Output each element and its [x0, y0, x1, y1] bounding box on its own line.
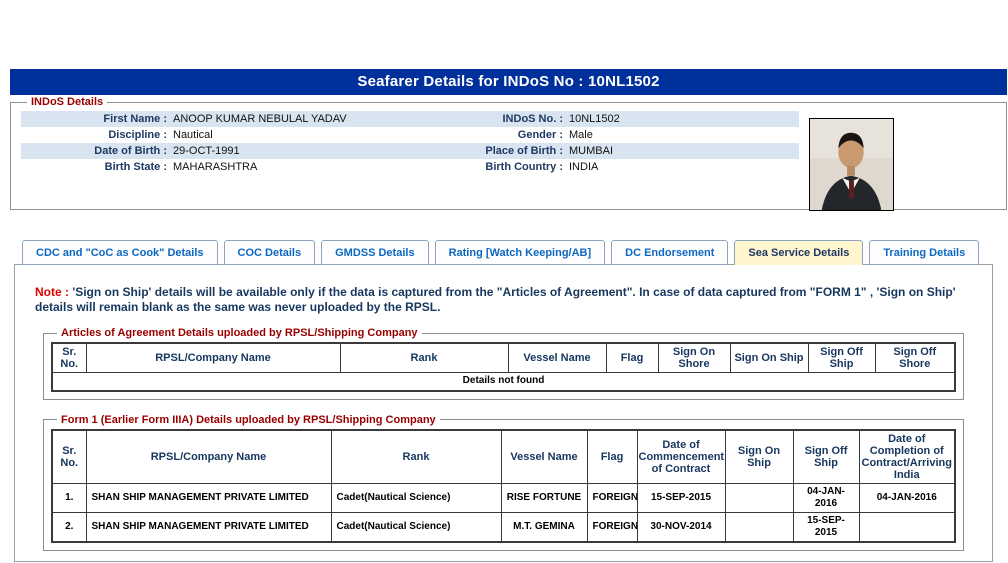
sign-on-ship-note: Note : 'Sign on Ship' details will be av…: [35, 285, 972, 315]
field-label: Place of Birth :: [485, 145, 563, 157]
indos-detail-row: Date of Birth : 29-OCT-1991 Place of Birth…: [21, 143, 799, 159]
tab-training-details[interactable]: Training Details: [869, 240, 980, 265]
field-label: First Name :: [103, 113, 167, 125]
column-header: RPSL/Company Name: [85, 429, 332, 484]
page-title: Seafarer Details for INDoS No : 10NL1502: [10, 69, 1007, 95]
form1-section: Form 1 (Earlier Form IIIA) Details uploa…: [43, 413, 964, 551]
column-header: Sign Off Ship: [807, 342, 876, 373]
table-cell: M.T. GEMINA: [500, 511, 588, 542]
table-row: 2. SHAN SHIP MANAGEMENT PRIVATE LIMITED Ca…: [51, 511, 956, 542]
table-cell: 30-NOV-2014: [636, 511, 726, 542]
indos-details-legend: INDoS Details: [31, 96, 104, 108]
tab-dc-endorsement[interactable]: DC Endorsement: [611, 240, 729, 265]
column-header: Sr. No.: [51, 342, 87, 373]
detail-tabs: CDC and "CoC as Cook" Details COC Details…: [22, 240, 1008, 265]
table-cell: [724, 511, 794, 542]
indos-detail-row: Birth State : MAHARASHTRA Birth Country : I…: [21, 159, 799, 175]
column-header: Rank: [339, 342, 509, 373]
column-header: Date of Completion of Contract/Arriving …: [858, 429, 956, 484]
articles-table: Sr. No. RPSL/Company Name Rank Vessel Name F…: [51, 342, 956, 392]
table-cell: 04-JAN-2016: [858, 482, 956, 513]
table-cell: FOREIGN: [586, 482, 638, 513]
seafarer-photo-image: [810, 119, 893, 210]
field-value: INDIA: [569, 161, 599, 173]
column-header: Sign On Ship: [729, 342, 809, 373]
articles-of-agreement-section: Articles of Agreement Details uploaded b…: [43, 327, 964, 400]
column-header: Vessel Name: [507, 342, 607, 373]
table-cell: SHAN SHIP MANAGEMENT PRIVATE LIMITED: [85, 511, 332, 542]
indos-detail-row: Discipline : Nautical Gender : Male: [21, 127, 799, 143]
table-cell: FOREIGN: [586, 511, 638, 542]
column-header: Sign On Shore: [657, 342, 731, 373]
tab-sea-service-details[interactable]: Sea Service Details: [734, 240, 864, 265]
field-value: ANOOP KUMAR NEBULAL YADAV: [173, 113, 347, 125]
field-value: MAHARASHTRA: [173, 161, 258, 173]
column-header: Sign On Ship: [724, 429, 794, 484]
indos-details-section: INDoS Details First Name : ANOOP KUMAR NE…: [10, 96, 1007, 211]
table-cell: 15-SEP-2015: [636, 482, 726, 513]
field-value: MUMBAI: [569, 145, 613, 157]
field-label: Date of Birth :: [94, 145, 167, 157]
table-cell: 15-SEP-2015: [792, 511, 860, 542]
tab-coc-details[interactable]: COC Details: [223, 240, 316, 265]
column-header: Date of Commencement of Contract: [636, 429, 726, 484]
table-cell: 04-JAN-2016: [792, 482, 860, 513]
column-header: Rank: [330, 429, 502, 484]
table-row: 1. SHAN SHIP MANAGEMENT PRIVATE LIMITED Ca…: [51, 482, 956, 513]
table-header-row: Sr. No. RPSL/Company Name Rank Vessel Name F…: [51, 429, 956, 484]
table-header-row: Sr. No. RPSL/Company Name Rank Vessel Name F…: [51, 342, 956, 373]
field-value: Nautical: [173, 129, 213, 141]
field-label: Gender :: [517, 129, 563, 141]
table-cell: Cadet(Nautical Science): [330, 511, 502, 542]
column-header: RPSL/Company Name: [85, 342, 341, 373]
form1-table: Sr. No. RPSL/Company Name Rank Vessel Name F…: [51, 428, 956, 543]
column-header: Vessel Name: [500, 429, 588, 484]
table-cell: [858, 511, 956, 542]
indos-detail-row: First Name : ANOOP KUMAR NEBULAL YADAV IND…: [21, 111, 799, 127]
note-text: 'Sign on Ship' details will be available…: [35, 285, 956, 314]
field-label: Discipline :: [108, 129, 167, 141]
field-value: Male: [569, 129, 593, 141]
empty-row: Details not found: [51, 372, 956, 391]
column-header: Sign Off Shore: [874, 342, 956, 373]
field-value: 10NL1502: [569, 113, 620, 125]
column-header: Flag: [586, 429, 638, 484]
field-label: INDoS No. :: [502, 113, 564, 125]
form1-legend: Form 1 (Earlier Form IIIA) Details uploa…: [61, 413, 436, 426]
articles-of-agreement-legend: Articles of Agreement Details uploaded b…: [61, 327, 418, 339]
table-cell: 2.: [51, 511, 87, 542]
field-label: Birth State :: [104, 161, 167, 173]
table-cell: 1.: [51, 482, 87, 513]
tab-rating-watch-keeping-ab[interactable]: Rating [Watch Keeping/AB]: [434, 240, 606, 265]
table-cell: [724, 482, 794, 513]
field-value: 29-OCT-1991: [173, 145, 240, 157]
table-cell: RISE FORTUNE: [500, 482, 588, 513]
tab-cdc-and-coc-as-cook-details[interactable]: CDC and "CoC as Cook" Details: [22, 240, 218, 265]
column-header: Sr. No.: [51, 429, 87, 484]
seafarer-photo: [809, 118, 894, 211]
sea-service-panel: Note : 'Sign on Ship' details will be av…: [14, 264, 993, 562]
note-prefix: Note :: [35, 285, 69, 299]
tab-gmdss-details[interactable]: GMDSS Details: [321, 240, 429, 265]
details-not-found-message: Details not found: [51, 372, 956, 391]
column-header: Flag: [605, 342, 659, 373]
field-label: Birth Country :: [485, 161, 563, 173]
table-cell: Cadet(Nautical Science): [330, 482, 502, 513]
column-header: Sign Off Ship: [792, 429, 860, 484]
table-cell: SHAN SHIP MANAGEMENT PRIVATE LIMITED: [85, 482, 332, 513]
